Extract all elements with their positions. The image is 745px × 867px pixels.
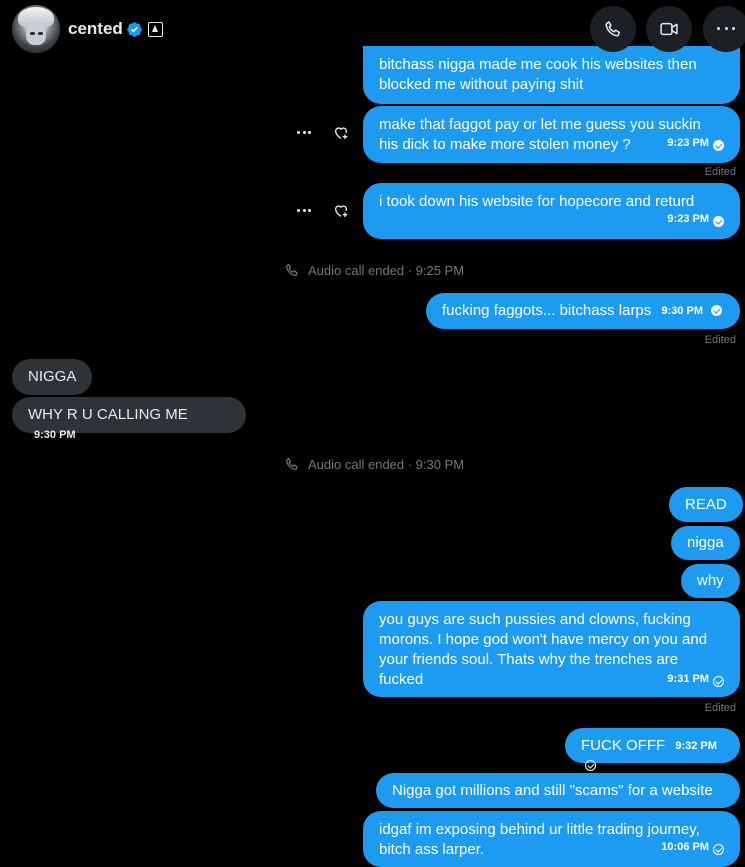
- verified-badge-icon: [127, 22, 142, 37]
- message-time: 9:23 PM: [667, 137, 709, 149]
- message-time: 9:23 PM: [667, 213, 709, 225]
- message-bubble-incoming[interactable]: NIGGA: [12, 359, 93, 395]
- more-icon[interactable]: [297, 209, 311, 213]
- message-text: Nigga got millions and still "scams" for…: [392, 782, 713, 799]
- phone-icon: [285, 457, 298, 471]
- edited-label: Edited: [704, 702, 736, 714]
- more-options-button[interactable]: [703, 6, 745, 52]
- phone-icon: [285, 263, 298, 277]
- read-receipt-icon: [713, 216, 724, 227]
- message-bubble-incoming[interactable]: WHY R U CALLING ME 9:30 PM: [12, 397, 246, 441]
- message-bubble[interactable]: make that faggot pay or let me guess you…: [363, 106, 740, 163]
- message-actions: [297, 125, 349, 141]
- message-bubble[interactable]: idgaf im exposing behind ur little tradi…: [363, 811, 740, 867]
- message-text: you guys are such pussies and clowns, fu…: [379, 611, 708, 688]
- message-time: 9:30 PM: [34, 429, 76, 441]
- message-text: WHY R U CALLING ME: [28, 406, 188, 423]
- sent-receipt-icon: [585, 760, 596, 771]
- message-bubble[interactable]: fucking faggots... bitchass larps 9:30 P…: [426, 293, 740, 329]
- message-text: idgaf im exposing behind ur little tradi…: [379, 821, 700, 858]
- message-text: NIGGA: [28, 368, 77, 385]
- message-time: 9:32 PM: [675, 740, 717, 752]
- message-text: bitchass nigga made me cook his websites…: [379, 56, 697, 93]
- video-call-button[interactable]: [646, 6, 692, 52]
- message-text: fucking faggots... bitchass larps: [442, 302, 652, 319]
- react-heart-icon[interactable]: [333, 125, 349, 141]
- avatar-face: [26, 23, 46, 45]
- message-bubble[interactable]: nigga: [671, 526, 740, 560]
- message-text: make that faggot pay or let me guess you…: [379, 116, 701, 153]
- sent-receipt-icon: [713, 676, 724, 687]
- read-receipt-icon: [711, 305, 723, 316]
- message-bubble[interactable]: why: [681, 564, 740, 598]
- conversation-header: cented: [0, 0, 745, 58]
- message-text: why: [697, 572, 724, 589]
- message-actions: [297, 203, 349, 219]
- more-icon[interactable]: [297, 131, 311, 135]
- sent-receipt-icon: [713, 844, 724, 855]
- avatar-eye: [30, 32, 35, 35]
- call-ended-notice: Audio call ended · 9:30 PM: [284, 456, 464, 472]
- phone-icon: [605, 21, 620, 37]
- audio-call-button[interactable]: [590, 6, 636, 52]
- read-receipt-icon: [713, 140, 724, 151]
- message-text: i took down his website for hopecore and…: [379, 193, 695, 210]
- message-bubble[interactable]: Nigga got millions and still "scams" for…: [376, 773, 740, 808]
- react-heart-icon[interactable]: [333, 203, 349, 219]
- message-bubble[interactable]: READ: [669, 487, 743, 522]
- message-time: 10:06 PM: [661, 841, 709, 853]
- edited-label: Edited: [704, 334, 736, 346]
- message-bubble[interactable]: i took down his website for hopecore and…: [363, 183, 740, 239]
- more-icon: [717, 27, 735, 31]
- message-bubble[interactable]: FUCK OFFF 9:32 PM: [565, 728, 740, 771]
- message-text: READ: [685, 496, 727, 513]
- contact-name[interactable]: cented: [68, 19, 123, 39]
- message-time: 9:30 PM: [661, 305, 704, 317]
- affiliate-badge-icon: [148, 22, 163, 37]
- avatar[interactable]: [12, 5, 60, 53]
- call-ended-notice: Audio call ended · 9:25 PM: [284, 262, 464, 278]
- call-ended-text: Audio call ended · 9:25 PM: [308, 262, 465, 278]
- video-icon: [660, 22, 678, 36]
- call-ended-text: Audio call ended · 9:30 PM: [308, 456, 465, 472]
- avatar-eye: [38, 32, 43, 35]
- message-text: nigga: [687, 534, 724, 551]
- message-bubble[interactable]: you guys are such pussies and clowns, fu…: [363, 601, 740, 697]
- edited-label: Edited: [704, 166, 736, 178]
- message-text: FUCK OFFF: [581, 737, 666, 754]
- message-time: 9:31 PM: [667, 673, 709, 685]
